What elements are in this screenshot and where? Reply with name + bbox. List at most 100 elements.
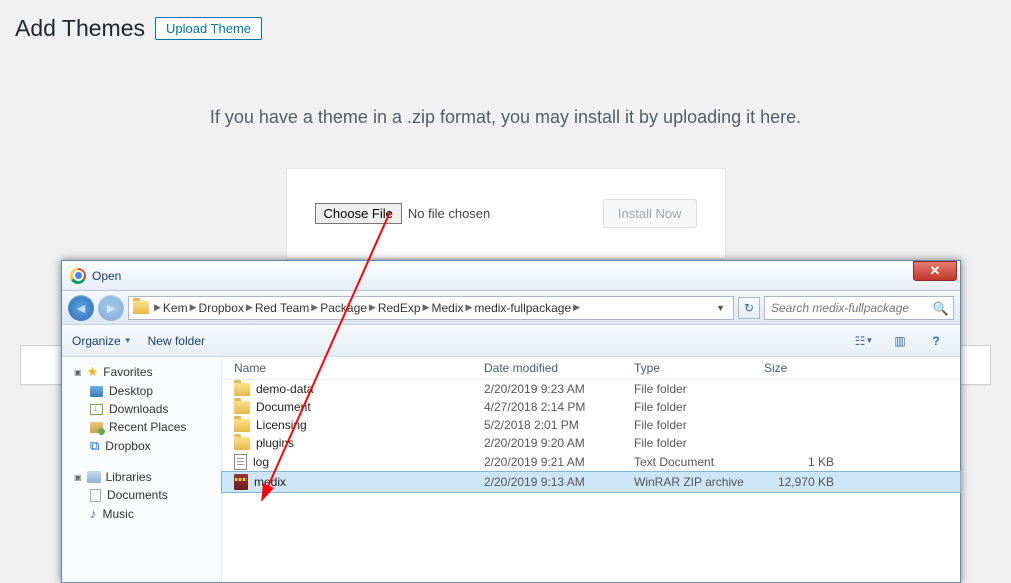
file-date: 2/20/2019 9:20 AM [484,436,634,450]
sidebar-item-desktop[interactable]: Desktop [62,382,221,400]
column-header-size[interactable]: Size [764,361,854,375]
file-type: File folder [634,382,764,396]
file-date: 5/2/2018 2:01 PM [484,418,634,432]
breadcrumb-item[interactable]: Package [320,301,367,315]
file-date: 2/20/2019 9:13 AM [484,475,634,489]
chevron-right-icon[interactable]: ▶ [423,302,430,313]
help-button[interactable]: ? [922,330,950,352]
collapse-icon[interactable]: ▣ [74,368,82,377]
file-row[interactable]: log 2/20/2019 9:21 AMText Document1 KB [222,452,960,472]
breadcrumb-item[interactable]: RedExp [378,301,421,315]
upload-instructions: If you have a theme in a .zip format, yo… [0,107,1011,128]
sidebar-group-libraries[interactable]: ▣ Libraries [62,468,221,486]
breadcrumb-item[interactable]: Red Team [255,301,309,315]
chevron-down-icon: ▼ [865,336,873,345]
sidebar-item-dropbox[interactable]: ⧉Dropbox [62,436,221,456]
file-size: 12,970 KB [764,475,854,489]
dialog-navbar: ◄ ► ▶ Kem ▶ Dropbox ▶ Red Team ▶ Package… [62,291,960,325]
folder-icon [133,301,149,314]
folder-icon [234,419,250,432]
breadcrumb-item[interactable]: Kem [163,301,188,315]
dialog-title: Open [92,269,121,283]
wp-header: Add Themes Upload Theme [0,0,1011,52]
breadcrumb-bar[interactable]: ▶ Kem ▶ Dropbox ▶ Red Team ▶ Package ▶ R… [128,296,734,320]
file-row[interactable]: medix 2/20/2019 9:13 AMWinRAR ZIP archive… [222,472,960,492]
preview-pane-button[interactable]: ▥ [886,330,914,352]
collapse-icon[interactable]: ▣ [74,473,82,482]
zip-file-icon [234,474,248,490]
install-now-button[interactable]: Install Now [603,199,697,228]
sidebar-group-favorites[interactable]: ▣ ★ Favorites [62,362,221,382]
file-size: 1 KB [764,455,854,469]
view-mode-button[interactable]: ☷ ▼ [850,330,878,352]
file-list-pane: Name Date modified Type Size demo-data 2/… [222,357,960,582]
nav-forward-button[interactable]: ► [98,295,124,321]
chevron-right-icon[interactable]: ▶ [154,302,161,313]
breadcrumb-item[interactable]: Medix [431,301,463,315]
choose-file-button[interactable]: Choose File [315,203,402,224]
file-row[interactable]: Document4/27/2018 2:14 PMFile folder [222,398,960,416]
recent-icon [90,422,103,433]
music-icon: ♪ [90,506,97,521]
column-header-name[interactable]: Name [234,361,484,375]
column-header-date[interactable]: Date modified [484,361,634,375]
file-row[interactable]: demo-data 2/20/2019 9:23 AMFile folder [222,380,960,398]
column-headers: Name Date modified Type Size [222,357,960,380]
dialog-sidebar: ▣ ★ Favorites Desktop Downloads Recent P… [62,357,222,582]
file-type: File folder [634,436,764,450]
file-row[interactable]: Licensing 5/2/2018 2:01 PMFile folder [222,416,960,434]
download-icon [90,404,103,415]
dropbox-icon: ⧉ [90,438,99,454]
dialog-toolbar: Organize ▼ New folder ☷ ▼ ▥ ? [62,325,960,357]
file-name: plugins [256,436,294,450]
breadcrumb-item[interactable]: Dropbox [199,301,244,315]
chevron-right-icon[interactable]: ▶ [190,302,197,313]
file-type: File folder [634,418,764,432]
star-icon: ★ [87,364,99,380]
folder-icon [234,437,250,450]
folder-icon [234,383,250,396]
sidebar-item-music[interactable]: ♪Music [62,504,221,523]
upload-theme-button[interactable]: Upload Theme [155,17,262,40]
chevron-down-icon: ▼ [124,336,132,345]
file-type: Text Document [634,455,764,469]
file-type: File folder [634,400,764,414]
file-open-dialog: Open ✕ ◄ ► ▶ Kem ▶ Dropbox ▶ Red Team ▶ … [61,260,961,583]
upload-form: Choose File No file chosen Install Now [286,168,726,259]
file-date: 4/27/2018 2:14 PM [484,400,634,414]
chevron-down-icon[interactable]: ▼ [712,303,729,313]
file-row[interactable]: plugins 2/20/2019 9:20 AMFile folder [222,434,960,452]
chevron-right-icon[interactable]: ▶ [465,302,472,313]
file-name: demo-data [256,382,313,396]
desktop-icon [90,386,103,397]
file-name: Licensing [256,418,307,432]
dialog-titlebar[interactable]: Open ✕ [62,261,960,291]
folder-icon [234,401,250,414]
file-name: log [253,455,269,469]
page-title: Add Themes [15,15,145,42]
text-file-icon [234,454,247,470]
sidebar-group-label: Favorites [103,365,152,379]
chevron-right-icon[interactable]: ▶ [311,302,318,313]
chevron-right-icon[interactable]: ▶ [573,302,580,313]
nav-back-button[interactable]: ◄ [68,295,94,321]
sidebar-item-documents[interactable]: Documents [62,486,221,504]
breadcrumb-item[interactable]: medix-fullpackage [474,301,571,315]
file-type: WinRAR ZIP archive [634,475,764,489]
library-icon [87,471,101,483]
chevron-right-icon[interactable]: ▶ [369,302,376,313]
file-date: 2/20/2019 9:23 AM [484,382,634,396]
search-icon[interactable]: 🔍 [933,301,949,317]
file-date: 2/20/2019 9:21 AM [484,455,634,469]
new-folder-button[interactable]: New folder [148,334,205,348]
file-name: medix [254,475,286,489]
refresh-button[interactable]: ↻ [738,297,760,319]
sidebar-item-recent[interactable]: Recent Places [62,418,221,436]
sidebar-item-downloads[interactable]: Downloads [62,400,221,418]
organize-menu[interactable]: Organize ▼ [72,334,132,348]
search-input[interactable] [764,296,954,320]
column-header-type[interactable]: Type [634,361,764,375]
close-button[interactable]: ✕ [913,261,957,281]
chrome-icon [70,268,86,284]
chevron-right-icon[interactable]: ▶ [246,302,253,313]
